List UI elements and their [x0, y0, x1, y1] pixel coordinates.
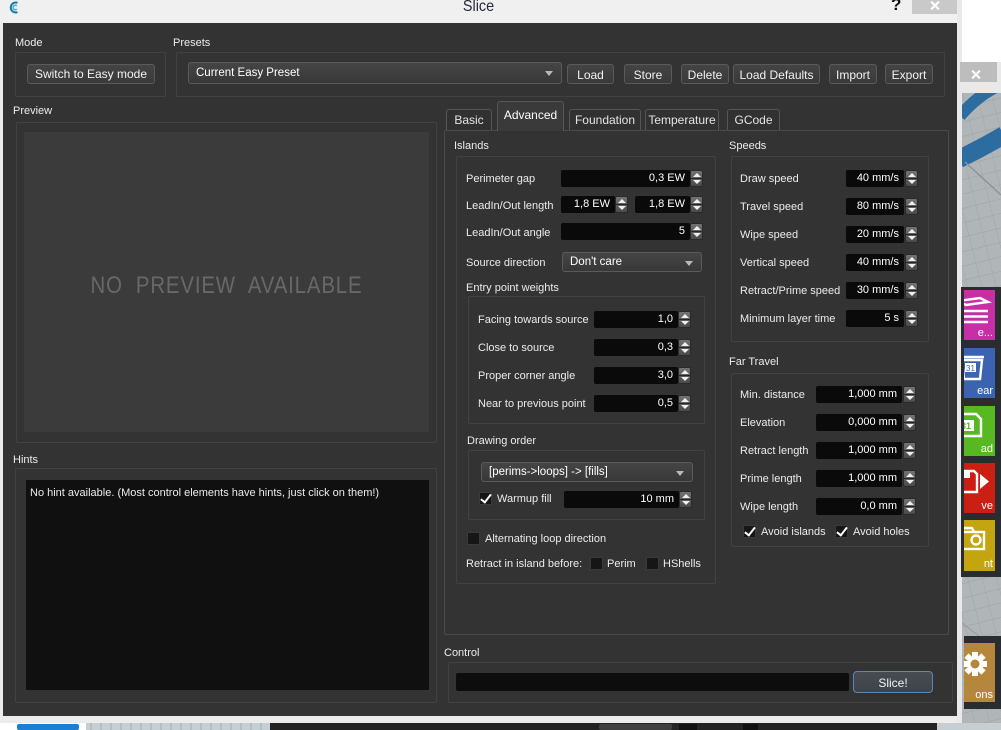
svg-text:31: 31: [966, 364, 975, 373]
svg-text:31: 31: [964, 421, 971, 431]
